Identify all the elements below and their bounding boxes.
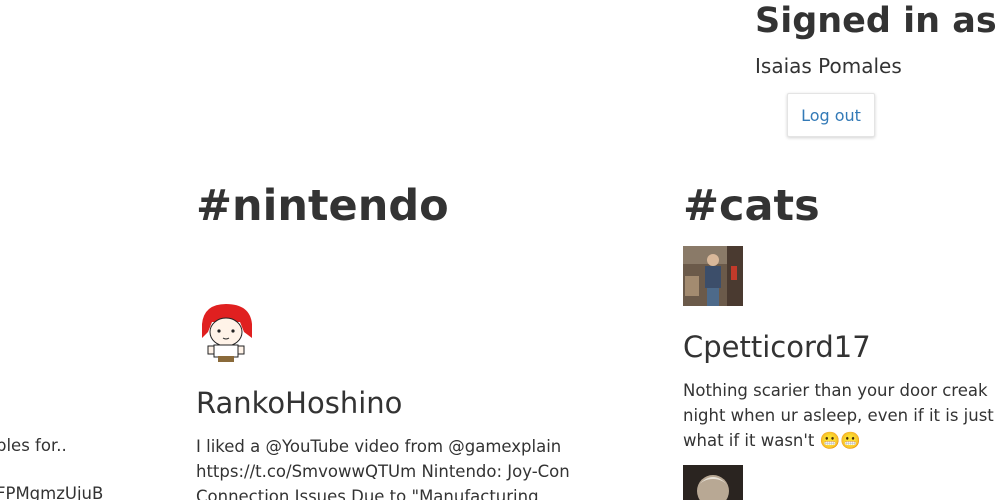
app-page: Signed in as: Isaias Pomales Log out ple…: [0, 0, 1000, 500]
signed-in-heading: Signed in as:: [755, 1, 1000, 41]
tweet-text-line: ples for..: [0, 436, 67, 455]
tweet-username[interactable]: RankoHoshino: [196, 386, 616, 420]
user-avatar[interactable]: [196, 302, 256, 362]
tweet-text-line: what if it wasn't 😬😬: [683, 431, 861, 450]
user-avatar[interactable]: [683, 246, 743, 306]
tweet-text-line: night when ur asleep, even if it is just: [683, 406, 994, 425]
tweet-item: Cpetticord17 Nothing scarier than your d…: [683, 246, 1000, 500]
hashtag-column-cats: #cats Cpetticord17 Nothing scarier than …: [683, 180, 1000, 500]
tweet-text-line: Nothing scarier than your door creak: [683, 381, 988, 400]
account-panel: Signed in as: Isaias Pomales Log out: [755, 0, 1000, 137]
tweet-item: RankoHoshino I liked a @YouTube video fr…: [196, 302, 616, 500]
tweet-text-line: I liked a @YouTube video from @gamexplai…: [196, 437, 562, 456]
hashtag-title: #nintendo: [196, 181, 449, 231]
tweet-text-line: Connection Issues Due to "Manufacturing: [196, 487, 539, 500]
tweet-text-line: FPMgmzUjuB: [0, 484, 104, 500]
user-avatar[interactable]: [683, 465, 743, 500]
left-column-fragment: ples for.. FPMgmzUjuB: [0, 433, 130, 500]
signed-in-username: Isaias Pomales: [755, 54, 902, 78]
hashtag-title: #cats: [683, 181, 820, 231]
logout-button[interactable]: Log out: [787, 93, 875, 137]
tweet-text: Nothing scarier than your door creak nig…: [683, 378, 1000, 453]
tweet-text: I liked a @YouTube video from @gamexplai…: [196, 434, 616, 500]
tweet-username[interactable]: Cpetticord17: [683, 330, 1000, 364]
tweet-text-line: https://t.co/SmvowwQTUm Nintendo: Joy-Co…: [196, 462, 570, 481]
hashtag-column-nintendo: #nintendo RankoHoshino I liked a @YouTub…: [196, 180, 616, 500]
